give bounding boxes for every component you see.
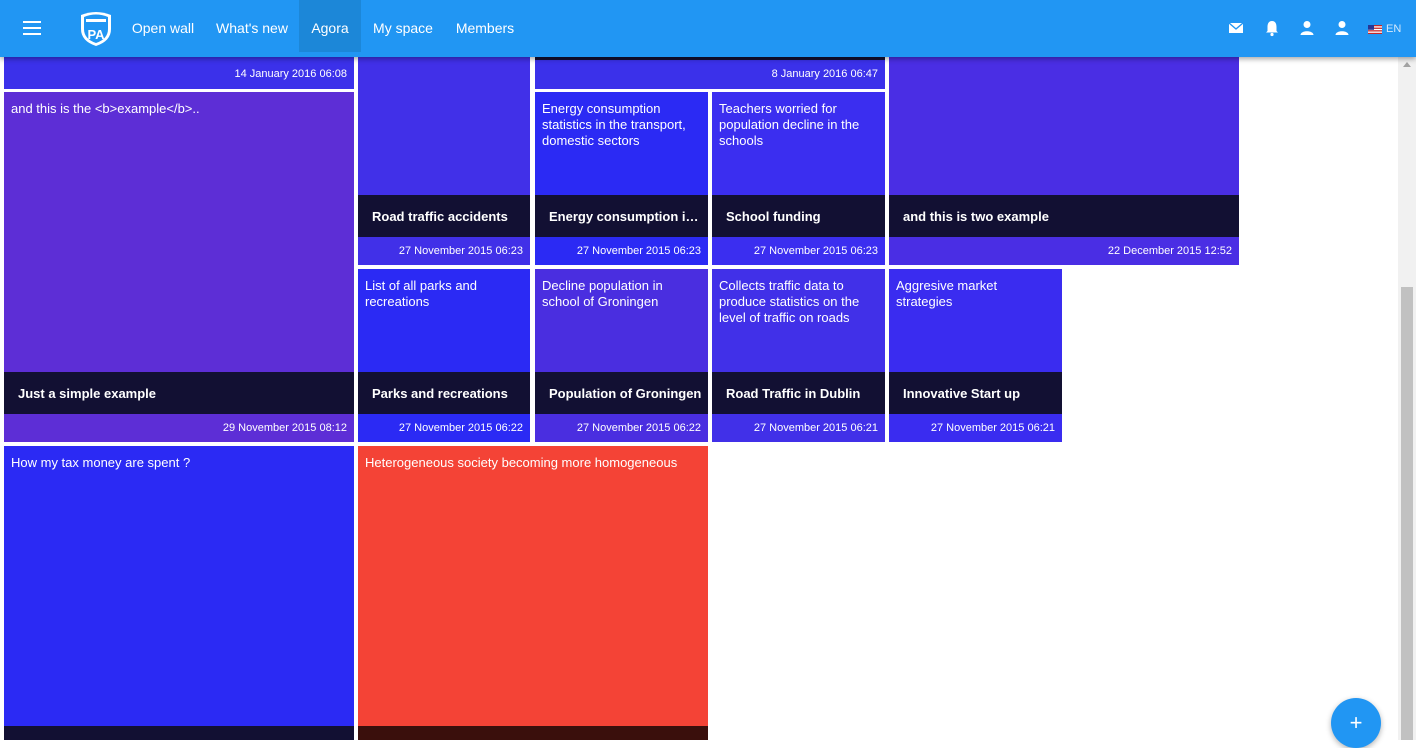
post-title-bar: Energy consumption in I... [535, 195, 708, 237]
post-title-bar [358, 726, 708, 740]
post-description: Energy consumption statistics in the tra… [542, 101, 686, 148]
post-date: 14 January 2016 06:08 [234, 68, 347, 80]
post-title: Just a simple example [18, 386, 157, 401]
post-title-bar: Just a simple example [4, 372, 354, 414]
profile-icon[interactable] [1333, 19, 1351, 37]
language-label: EN [1386, 23, 1402, 35]
post-tile[interactable]: List of all parks and recreations Parks … [358, 269, 530, 442]
nav-agora[interactable]: Agora [299, 0, 361, 52]
post-date: 27 November 2015 06:23 [576, 245, 701, 257]
post-tile[interactable]: Energy consumption statistics in the tra… [535, 92, 708, 265]
post-title: and this is two example [903, 209, 1049, 224]
post-tile[interactable]: How my tax money are spent ? [4, 446, 354, 740]
nav-members[interactable]: Members [453, 0, 517, 52]
post-title: School funding [726, 209, 821, 224]
add-post-button[interactable]: + [1331, 698, 1381, 748]
scroll-thumb[interactable] [1401, 287, 1413, 740]
post-title-bar: Road traffic accidents [358, 195, 530, 237]
post-tile[interactable]: Teachers worried for population decline … [712, 92, 885, 265]
post-date: 27 November 2015 06:22 [398, 422, 523, 434]
post-title: Parks and recreations [372, 386, 508, 401]
post-title: Road Traffic in Dublin [726, 386, 861, 401]
post-tile[interactable]: 8 January 2016 06:47 [535, 57, 885, 89]
scroll-up-arrow-icon[interactable] [1403, 62, 1411, 67]
post-description: Decline population in school of Groninge… [542, 278, 663, 309]
post-title-bar: Population of Groningen [535, 372, 708, 414]
post-tile[interactable]: Decline population in school of Groninge… [535, 269, 708, 442]
post-title-bar: Road Traffic in Dublin [712, 372, 885, 414]
post-date: 27 November 2015 06:23 [753, 245, 878, 257]
language-selector[interactable]: EN [1368, 22, 1401, 36]
post-tile[interactable]: Road traffic accidents 27 November 2015 … [358, 57, 530, 265]
nav-whats-new[interactable]: What's new [214, 0, 290, 52]
post-date: 22 December 2015 12:52 [1107, 245, 1232, 257]
post-date: 27 November 2015 06:21 [930, 422, 1055, 434]
post-date: 27 November 2015 06:23 [398, 245, 523, 257]
post-date: 27 November 2015 06:22 [576, 422, 701, 434]
post-description: Heterogeneous society becoming more homo… [365, 455, 678, 470]
us-flag-icon [1368, 24, 1382, 34]
bell-icon[interactable] [1263, 19, 1281, 37]
menu-icon[interactable] [23, 21, 41, 35]
post-date: 29 November 2015 08:12 [222, 422, 347, 434]
post-tile[interactable]: and this is two example 22 December 2015… [889, 57, 1239, 265]
post-title-bar: Parks and recreations [358, 372, 530, 414]
post-description: and this is the <b>example</b>.. [11, 101, 200, 116]
post-description: Collects traffic data to produce statist… [719, 278, 860, 325]
post-title: Road traffic accidents [372, 209, 508, 224]
page-scrollbar[interactable] [1398, 57, 1416, 740]
svg-text:PA: PA [87, 27, 105, 42]
top-app-bar: PA Open wall What's new Agora My space M… [0, 0, 1416, 57]
plus-icon: + [1349, 710, 1363, 735]
post-title-bar: Innovative Start up [889, 372, 1062, 414]
post-title-bar: and this is two example [889, 195, 1239, 237]
nav-open-wall[interactable]: Open wall [130, 0, 196, 52]
post-title: Energy consumption in I... [549, 209, 702, 224]
post-tile[interactable]: and this is the <b>example</b>.. Just a … [4, 92, 354, 442]
post-date: 8 January 2016 06:47 [771, 68, 878, 80]
mail-icon[interactable] [1227, 19, 1245, 37]
user-icon[interactable] [1298, 19, 1316, 37]
post-title-bar [4, 726, 354, 740]
post-description: How my tax money are spent ? [11, 455, 191, 470]
route-to-pa-logo[interactable]: PA [77, 9, 115, 47]
post-tile[interactable]: Aggresive market strategies Innovative S… [889, 269, 1062, 442]
post-description: Teachers worried for population decline … [719, 101, 860, 148]
post-description: Aggresive market strategies [896, 278, 998, 309]
nav-my-space[interactable]: My space [370, 0, 436, 52]
post-description: List of all parks and recreations [365, 278, 478, 309]
post-tile[interactable]: Heterogeneous society becoming more homo… [358, 446, 708, 740]
post-title: Innovative Start up [903, 386, 1021, 401]
post-tile[interactable]: 14 January 2016 06:08 [4, 57, 354, 89]
post-title-bar: School funding [712, 195, 885, 237]
post-title: Population of Groningen [549, 386, 702, 401]
post-tile[interactable]: Collects traffic data to produce statist… [712, 269, 885, 442]
post-date: 27 November 2015 06:21 [753, 422, 878, 434]
